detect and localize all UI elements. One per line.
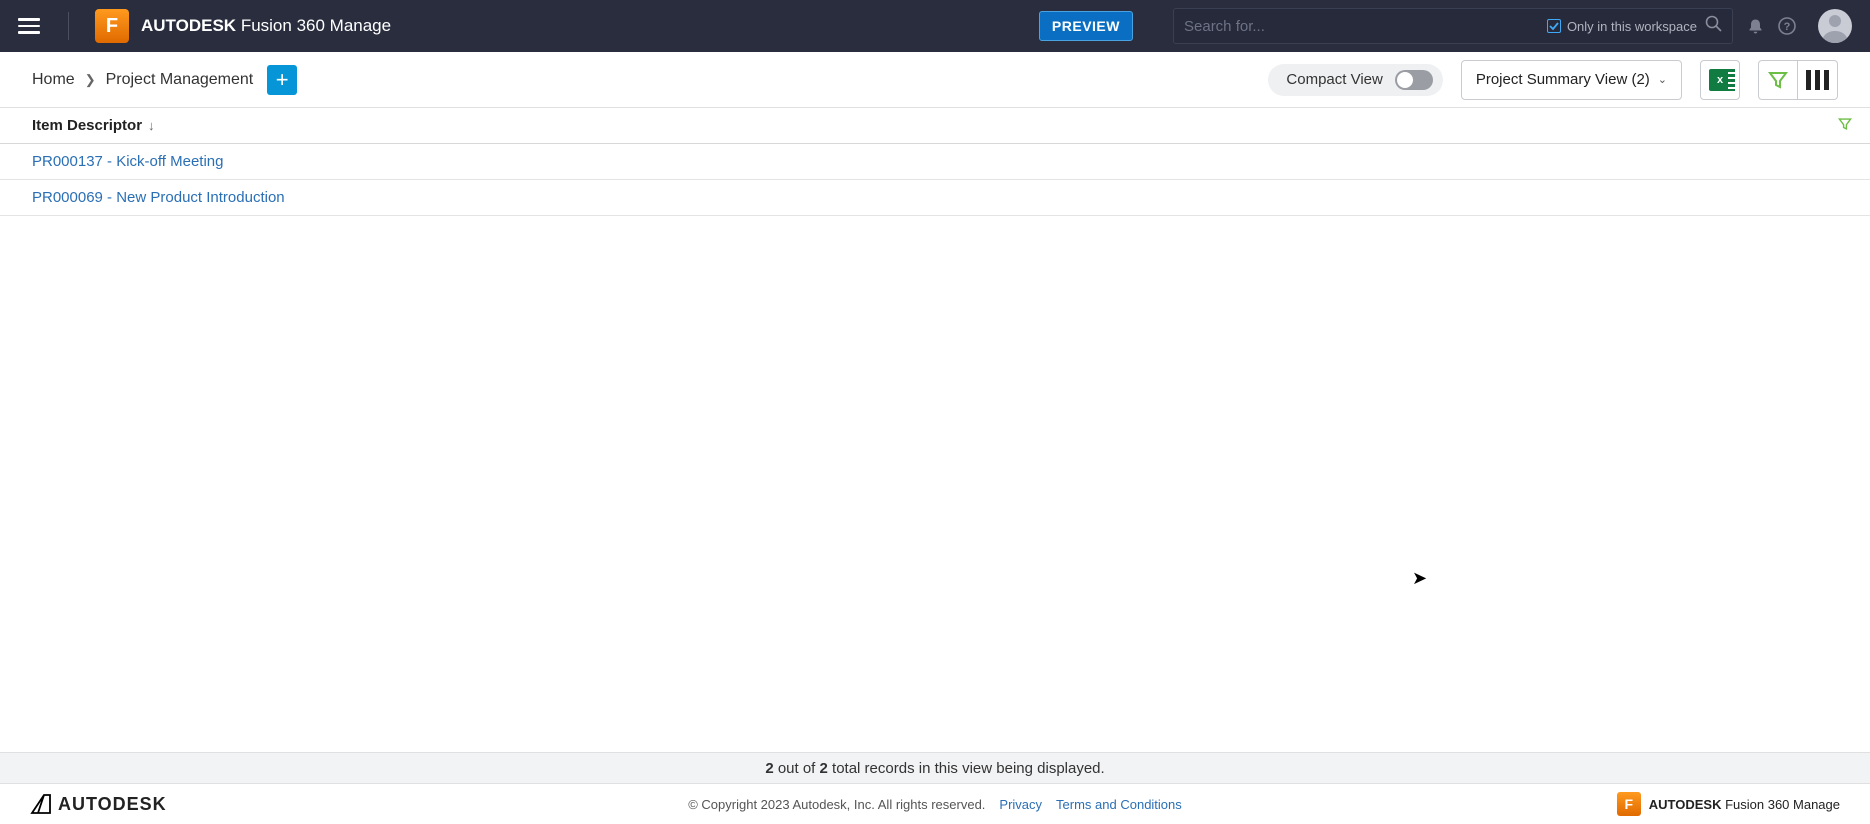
- status-total: 2: [820, 760, 828, 777]
- compact-view-toggle: Compact View: [1268, 64, 1442, 96]
- view-selector-label: Project Summary View (2): [1476, 71, 1650, 88]
- svg-text:?: ?: [1784, 21, 1791, 33]
- app-logo-icon: F: [95, 9, 129, 43]
- footer-app-brand: F AUTODESK Fusion 360 Manage: [1617, 792, 1840, 816]
- status-bar: 2 out of 2 total records in this view be…: [0, 752, 1870, 784]
- chevron-down-icon: ⌄: [1658, 73, 1667, 86]
- add-button[interactable]: +: [267, 65, 297, 95]
- chevron-right-icon: ❯: [85, 72, 96, 88]
- view-options-group: [1758, 60, 1838, 100]
- search-container: Only in this workspace: [1173, 8, 1733, 44]
- preview-badge[interactable]: PREVIEW: [1039, 11, 1133, 41]
- column-header-label: Item Descriptor: [32, 117, 142, 134]
- status-suffix: total records in this view being display…: [828, 760, 1105, 777]
- filter-button[interactable]: [1758, 60, 1798, 100]
- copyright-text: © Copyright 2023 Autodesk, Inc. All righ…: [688, 797, 985, 812]
- breadcrumb-current: Project Management: [106, 71, 254, 89]
- checkbox-checked-icon: [1547, 19, 1561, 33]
- breadcrumb-home[interactable]: Home: [32, 71, 75, 89]
- terms-link[interactable]: Terms and Conditions: [1056, 797, 1182, 812]
- export-excel-button[interactable]: x: [1700, 60, 1740, 100]
- columns-icon: [1806, 70, 1829, 90]
- workspace-toolbar: Home ❯ Project Management + Compact View…: [0, 52, 1870, 108]
- menu-icon[interactable]: [18, 18, 40, 34]
- table-row: PR000069 - New Product Introduction: [0, 180, 1870, 216]
- item-link[interactable]: PR000137 - Kick-off Meeting: [32, 153, 224, 170]
- app-title-bold: AUTODESK: [141, 16, 236, 35]
- footer-links: © Copyright 2023 Autodesk, Inc. All righ…: [688, 797, 1182, 812]
- privacy-link[interactable]: Privacy: [999, 797, 1042, 812]
- autodesk-logo-text: AUTODESK: [58, 794, 167, 815]
- notifications-icon[interactable]: [1747, 18, 1764, 35]
- mouse-cursor-icon: ➤: [1412, 568, 1427, 589]
- app-logo-small-icon: F: [1617, 792, 1641, 816]
- compact-view-label: Compact View: [1286, 71, 1382, 88]
- column-filter-icon[interactable]: [1838, 117, 1852, 135]
- status-mid: out of: [774, 760, 820, 777]
- app-header: F AUTODESK Fusion 360 Manage PREVIEW Onl…: [0, 0, 1870, 52]
- app-footer: AUTODESK © Copyright 2023 Autodesk, Inc.…: [0, 784, 1870, 824]
- column-header-item-descriptor[interactable]: Item Descriptor ↓: [0, 108, 1870, 144]
- sort-asc-icon: ↓: [148, 118, 155, 133]
- columns-button[interactable]: [1798, 60, 1838, 100]
- search-icon[interactable]: [1705, 15, 1722, 37]
- divider: [68, 12, 69, 40]
- autodesk-logo: AUTODESK: [30, 793, 167, 815]
- toggle-switch[interactable]: [1395, 70, 1433, 90]
- excel-icon: x: [1709, 69, 1731, 91]
- help-icon[interactable]: ?: [1778, 17, 1796, 35]
- app-title-rest: Fusion 360 Manage: [236, 16, 391, 35]
- table-row: PR000137 - Kick-off Meeting: [0, 144, 1870, 180]
- search-input[interactable]: [1184, 18, 1547, 35]
- app-title: AUTODESK Fusion 360 Manage: [141, 16, 391, 36]
- footer-brand-rest: Fusion 360 Manage: [1721, 797, 1840, 812]
- status-count: 2: [765, 760, 773, 777]
- user-avatar[interactable]: [1818, 9, 1852, 43]
- breadcrumb: Home ❯ Project Management: [32, 71, 253, 89]
- only-workspace-toggle[interactable]: Only in this workspace: [1547, 19, 1697, 34]
- only-workspace-label: Only in this workspace: [1567, 19, 1697, 34]
- view-selector[interactable]: Project Summary View (2) ⌄: [1461, 60, 1682, 100]
- footer-brand-bold: AUTODESK: [1649, 797, 1722, 812]
- item-link[interactable]: PR000069 - New Product Introduction: [32, 189, 285, 206]
